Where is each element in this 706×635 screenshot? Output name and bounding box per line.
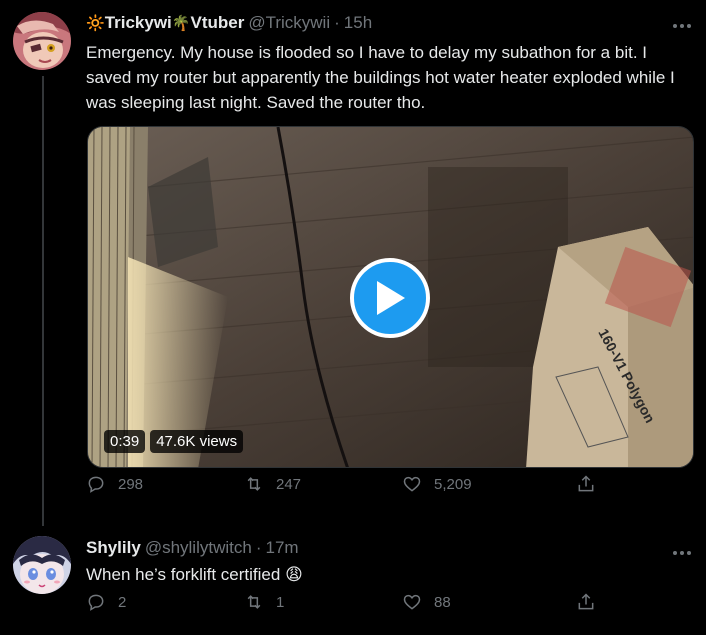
- tweet-text: When he’s forklift certified 😩: [86, 562, 696, 587]
- tweet-trickywii[interactable]: 🔆 Trickywi 🌴 Vtuber @Trickywii · 15h Eme…: [0, 0, 706, 520]
- display-name-suffix[interactable]: Vtuber: [190, 13, 244, 33]
- timestamp[interactable]: 15h: [344, 13, 372, 33]
- separator-dot: ·: [334, 13, 340, 32]
- reply-count: 298: [118, 475, 144, 493]
- like-button[interactable]: 88: [402, 592, 451, 612]
- tweet-header: 🔆 Trickywi 🌴 Vtuber @Trickywii · 15h: [86, 13, 372, 33]
- play-icon: [377, 281, 405, 315]
- more-icon[interactable]: [672, 13, 692, 34]
- sun-emoji: 🔆: [86, 15, 105, 32]
- reply-button[interactable]: 298: [86, 474, 143, 494]
- like-button[interactable]: 5,209: [402, 474, 472, 494]
- like-count: 88: [434, 593, 451, 611]
- share-button[interactable]: [576, 592, 596, 612]
- tweet-text: Emergency. My house is flooded so I have…: [86, 43, 675, 112]
- video-overlay: 0:39 47.6K views: [104, 430, 244, 453]
- handle[interactable]: @Trickywii: [248, 13, 330, 33]
- retweet-button[interactable]: 247: [244, 474, 301, 494]
- share-icon: [578, 593, 594, 610]
- timestamp[interactable]: 17m: [265, 538, 298, 558]
- palm-tree-emoji: 🌴: [171, 15, 191, 32]
- reply-icon: [88, 594, 104, 611]
- display-name[interactable]: Shylily: [86, 538, 141, 558]
- like-icon: [403, 594, 421, 610]
- tweet-shylily[interactable]: Shylily @shylilytwitch · 17m When he’s f…: [0, 526, 706, 635]
- video-views: 47.6K views: [150, 430, 244, 453]
- video-duration: 0:39: [104, 430, 146, 453]
- tweet-text-body: When he’s forklift certified: [86, 565, 281, 584]
- retweet-icon: [247, 595, 261, 609]
- more-icon[interactable]: [672, 540, 692, 561]
- avatar-trickywii[interactable]: [13, 12, 71, 70]
- reply-button[interactable]: 2: [86, 592, 126, 612]
- retweet-count: 247: [276, 475, 302, 493]
- tweet-header: Shylily @shylilytwitch · 17m: [86, 538, 299, 558]
- like-count: 5,209: [434, 475, 472, 493]
- retweet-button[interactable]: 1: [244, 592, 284, 612]
- video-player[interactable]: 160-V1 Polygon 0:39 47.6K views: [87, 126, 694, 468]
- retweet-count: 1: [276, 593, 285, 611]
- reply-count: 2: [118, 593, 127, 611]
- display-name[interactable]: Trickywi: [105, 13, 172, 33]
- share-icon: [578, 475, 594, 492]
- reply-icon: [88, 476, 104, 493]
- like-icon: [403, 476, 421, 492]
- weary-face-emoji: 😩: [285, 565, 303, 584]
- share-button[interactable]: [576, 474, 596, 494]
- avatar-shylily[interactable]: [13, 536, 71, 594]
- separator-dot: ·: [255, 538, 262, 557]
- handle[interactable]: @shylilytwitch: [145, 538, 252, 558]
- retweet-icon: [247, 477, 261, 491]
- play-button[interactable]: [350, 258, 430, 338]
